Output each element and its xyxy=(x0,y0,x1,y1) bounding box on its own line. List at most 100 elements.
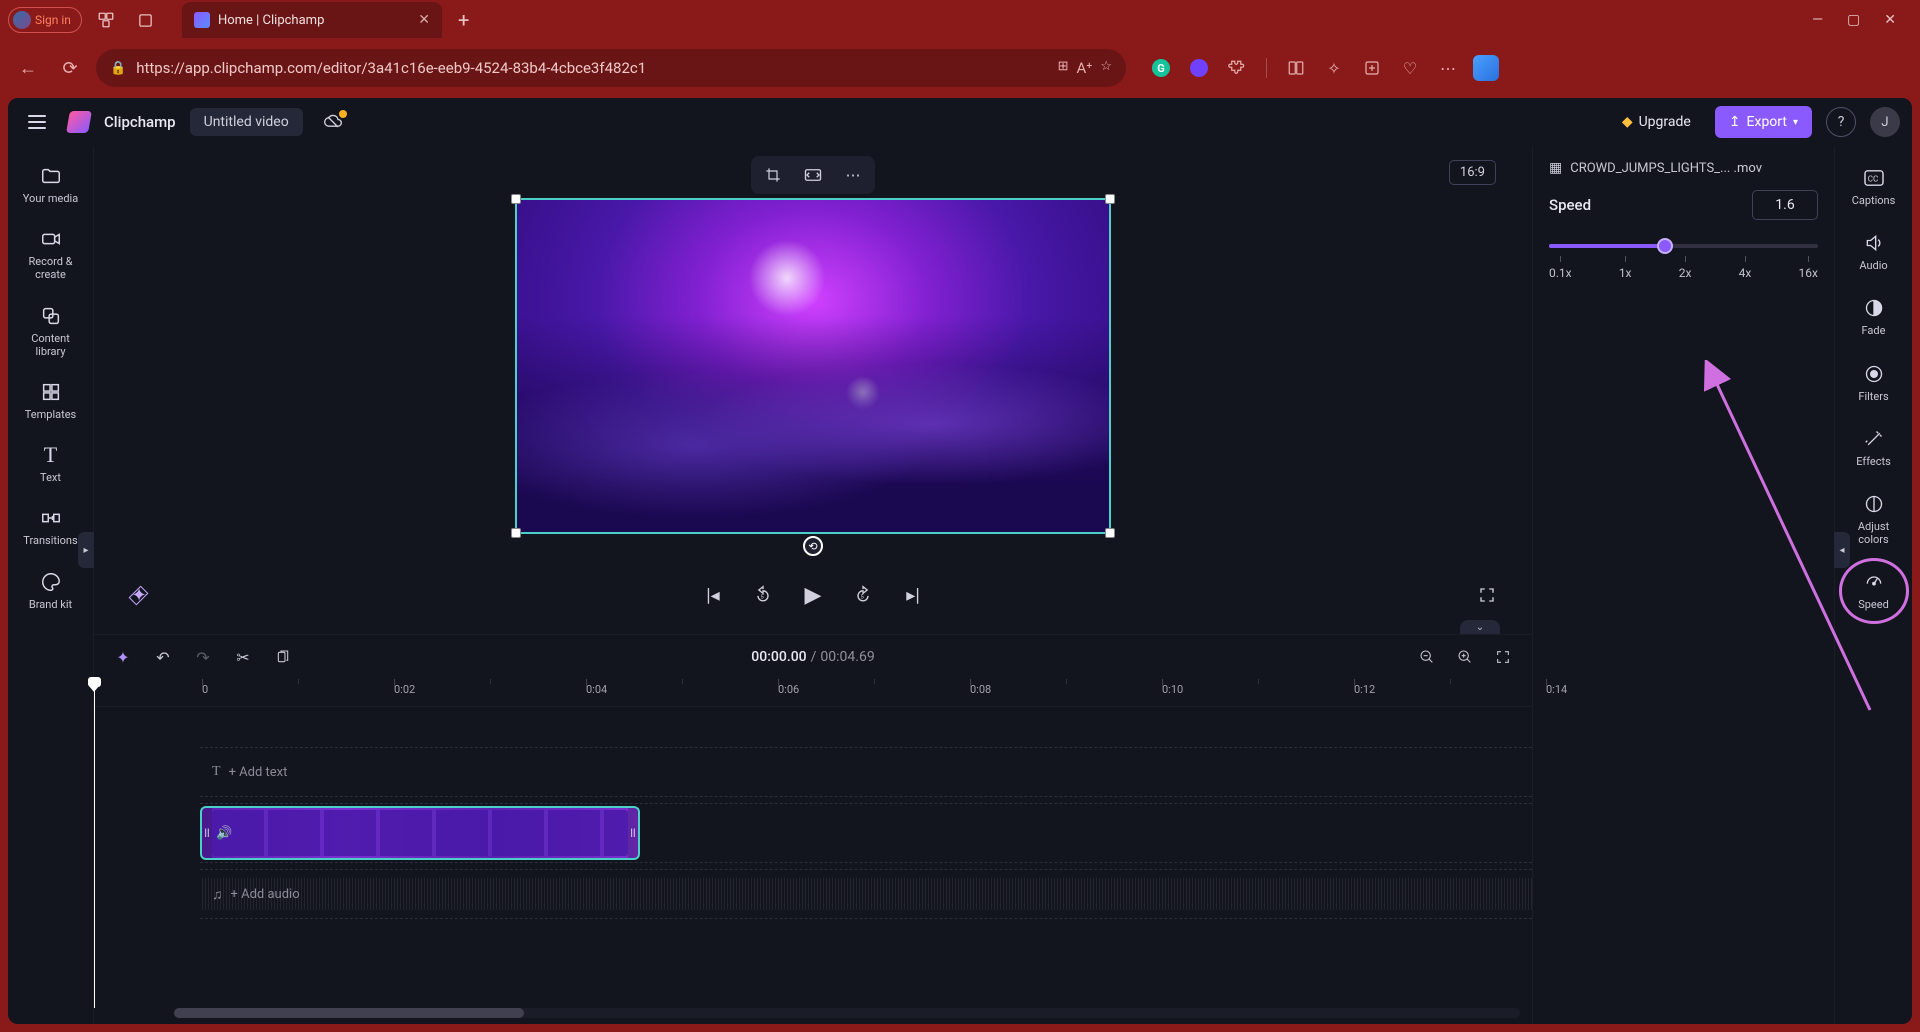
crop-button[interactable] xyxy=(755,160,791,190)
playhead[interactable] xyxy=(94,679,95,1008)
timeline-scroll-thumb[interactable] xyxy=(174,1008,524,1018)
workspaces-icon[interactable] xyxy=(90,4,122,36)
ai-edit-button[interactable]: ✦ xyxy=(110,644,136,670)
speed-slider-thumb[interactable] xyxy=(1657,238,1673,254)
zoom-fit-button[interactable] xyxy=(1490,644,1516,670)
rail-filters[interactable]: Filters xyxy=(1841,352,1907,413)
menu-button[interactable] xyxy=(20,105,54,139)
rail-templates[interactable]: Templates xyxy=(15,372,87,429)
skip-end-button[interactable]: ▸| xyxy=(898,580,928,610)
upgrade-button[interactable]: ◆ Upgrade xyxy=(1612,108,1701,136)
clip-mute-icon[interactable]: 🔊 xyxy=(216,826,232,841)
profile-sign-in[interactable]: Sign in xyxy=(8,7,82,33)
translate-icon[interactable]: A⁺ xyxy=(1077,59,1093,77)
rail-captions[interactable]: CC Captions xyxy=(1841,156,1907,217)
more-icon[interactable]: ⋯ xyxy=(1435,55,1461,81)
split-screen-icon[interactable] xyxy=(1283,55,1309,81)
browser-tab[interactable]: Home | Clipchamp ✕ xyxy=(182,2,442,38)
rail-effects[interactable]: Effects xyxy=(1841,417,1907,478)
adjust-icon xyxy=(1862,492,1886,516)
zoom-in-button[interactable] xyxy=(1452,644,1478,670)
timeline-scrollbar[interactable] xyxy=(174,1008,1520,1018)
collections-icon[interactable] xyxy=(1359,55,1385,81)
gauge-icon xyxy=(1862,570,1886,594)
redo-button[interactable]: ↷ xyxy=(190,644,216,670)
resize-handle-tl[interactable] xyxy=(511,194,521,204)
window-close-button[interactable]: ✕ xyxy=(1884,12,1896,28)
window-minimize-button[interactable]: — xyxy=(1812,12,1823,28)
play-button[interactable]: ▶ xyxy=(798,580,828,610)
export-button[interactable]: ↥ Export ▾ xyxy=(1715,106,1812,138)
favorites-icon[interactable]: ✧ xyxy=(1321,55,1347,81)
split-button[interactable]: ✂ xyxy=(230,644,256,670)
video-viewport[interactable]: ⟲ xyxy=(515,198,1111,534)
collapse-timeline-button[interactable]: ⌄ xyxy=(1460,620,1500,634)
tab-close-icon[interactable]: ✕ xyxy=(418,12,430,28)
rail-transitions[interactable]: Transitions xyxy=(15,498,87,555)
address-bar[interactable]: 🔒 https://app.clipchamp.com/editor/3a41c… xyxy=(96,49,1126,87)
new-tab-button[interactable]: + xyxy=(458,8,469,32)
rail-brand-kit[interactable]: Brand kit xyxy=(15,562,87,619)
video-frame xyxy=(517,200,1109,532)
help-button[interactable]: ? xyxy=(1826,107,1856,137)
app-install-icon[interactable]: ⊞ xyxy=(1058,59,1069,77)
rail-audio[interactable]: Audio xyxy=(1841,221,1907,282)
rail-speed[interactable]: Speed xyxy=(1841,560,1907,621)
nav-refresh-button[interactable]: ⟳ xyxy=(54,52,86,84)
folder-icon xyxy=(39,164,63,188)
extensions-icon[interactable] xyxy=(1224,55,1250,81)
fullscreen-button[interactable] xyxy=(1472,580,1502,610)
audio-track[interactable]: ♫ + Add audio xyxy=(200,869,1532,919)
center-area: ⋯ 16:9 ⟲ ✦ xyxy=(94,146,1532,1024)
clip-trim-right[interactable]: || xyxy=(628,808,638,858)
rail-adjust-colors[interactable]: Adjust colors xyxy=(1841,482,1907,556)
sync-status-icon[interactable] xyxy=(323,112,343,132)
duplicate-button[interactable] xyxy=(270,644,296,670)
rail-record-create[interactable]: Record & create xyxy=(15,219,87,289)
aspect-ratio-button[interactable]: 16:9 xyxy=(1449,160,1496,185)
favorite-icon[interactable]: ☆ xyxy=(1100,59,1112,77)
circle-half-icon xyxy=(1862,296,1886,320)
video-clip[interactable]: || 🔊 || xyxy=(200,806,640,860)
fit-button[interactable] xyxy=(795,160,831,190)
svg-text:CC: CC xyxy=(1867,174,1878,184)
ext-grammarly-icon[interactable]: G xyxy=(1148,55,1174,81)
palette-icon xyxy=(39,570,63,594)
resize-handle-tr[interactable] xyxy=(1105,194,1115,204)
undo-button[interactable]: ↶ xyxy=(150,644,176,670)
ai-button[interactable]: ✦ xyxy=(124,580,154,610)
project-title-button[interactable]: Untitled video xyxy=(190,108,303,136)
video-track[interactable]: || 🔊 || xyxy=(200,803,1532,863)
wand-icon xyxy=(1862,427,1886,451)
copilot-icon[interactable] xyxy=(1473,55,1499,81)
rail-content-library[interactable]: Content library xyxy=(15,296,87,366)
rewind-5-button[interactable]: 5 xyxy=(748,580,778,610)
ext-purple-icon[interactable] xyxy=(1186,55,1212,81)
user-avatar[interactable]: J xyxy=(1870,107,1900,137)
ext-heart-icon[interactable]: ♡ xyxy=(1397,55,1423,81)
text-track[interactable]: T + Add text xyxy=(200,747,1532,797)
skip-start-button[interactable]: |◂ xyxy=(698,580,728,610)
rail-text[interactable]: T Text xyxy=(15,435,87,492)
resize-handle-bl[interactable] xyxy=(511,528,521,538)
timeline-ruler[interactable]: 0 0:02 0:04 0:06 0:08 0:10 0:12 0:14 xyxy=(94,679,1532,707)
speed-slider[interactable] xyxy=(1549,234,1818,258)
nav-back-button[interactable]: ← xyxy=(12,52,44,84)
rail-expand-button[interactable]: ▸ xyxy=(78,532,94,568)
resize-handle-br[interactable] xyxy=(1105,528,1115,538)
window-maximize-button[interactable]: ▢ xyxy=(1847,12,1860,28)
speed-input[interactable] xyxy=(1752,190,1818,220)
clip-trim-left[interactable]: || xyxy=(202,808,212,858)
svg-text:5: 5 xyxy=(761,594,765,600)
timeline-toolbar: ✦ ↶ ↷ ✂ 00:00.00 / 00:04.69 xyxy=(94,635,1532,679)
more-options-button[interactable]: ⋯ xyxy=(835,160,871,190)
forward-5-button[interactable]: 5 xyxy=(848,580,878,610)
rail-your-media[interactable]: Your media xyxy=(15,156,87,213)
tab-actions-icon[interactable] xyxy=(130,4,162,36)
zoom-out-button[interactable] xyxy=(1414,644,1440,670)
rail-fade[interactable]: Fade xyxy=(1841,286,1907,347)
rotate-handle[interactable]: ⟲ xyxy=(803,536,823,556)
timeline-tracks[interactable]: T + Add text || 🔊 || xyxy=(94,707,1532,1008)
add-text-hint[interactable]: T + Add text xyxy=(200,764,287,780)
add-audio-hint[interactable]: ♫ + Add audio xyxy=(200,886,300,903)
